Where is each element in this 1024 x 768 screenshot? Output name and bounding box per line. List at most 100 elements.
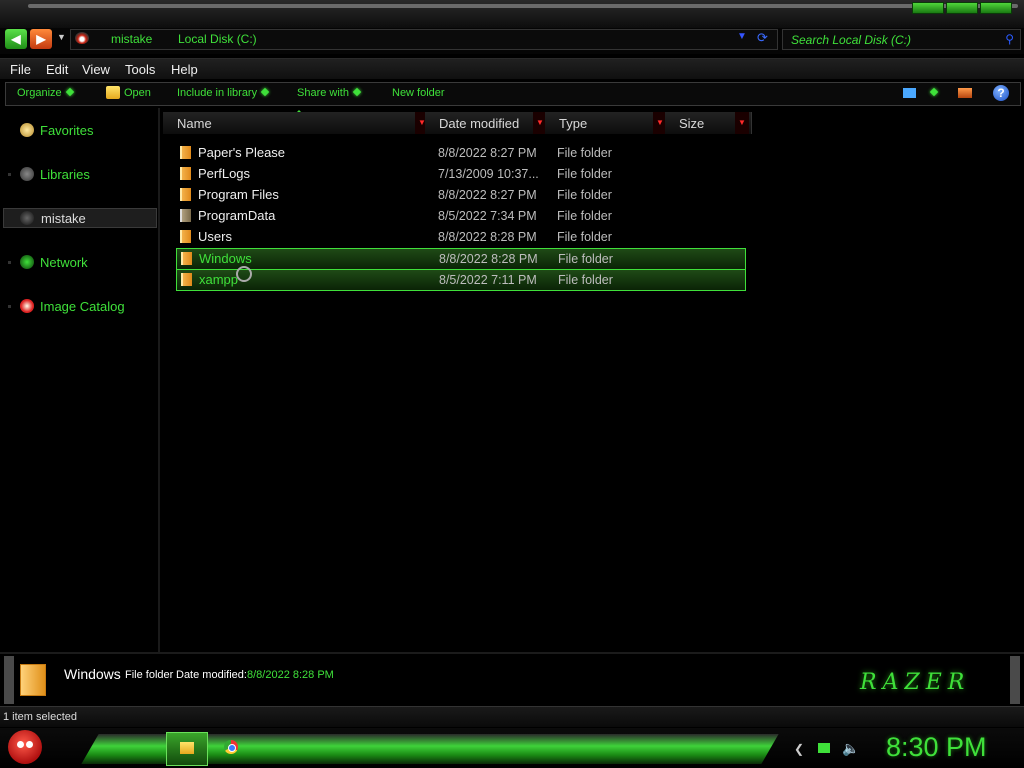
dropdown-gem-icon [65, 87, 74, 97]
busy-cursor-icon [236, 266, 252, 282]
file-name: Paper's Please [198, 145, 286, 160]
dropdown-gem-icon [352, 87, 362, 97]
window-titlebar[interactable] [0, 0, 1024, 28]
folder-icon [181, 252, 192, 265]
address-bar[interactable]: mistake Local Disk (C:) ▼ ⟳ [70, 29, 778, 50]
file-name: Windows [199, 251, 252, 266]
file-type: File folder [558, 273, 613, 287]
menu-tools[interactable]: Tools [125, 62, 155, 77]
window-controls [912, 2, 1012, 14]
close-button[interactable] [980, 2, 1012, 14]
menu-edit[interactable]: Edit [46, 62, 68, 77]
show-hidden-icons-icon[interactable]: ❮ [794, 742, 804, 756]
eye-icon [17, 741, 24, 748]
user-icon [20, 211, 34, 225]
column-filter-icon[interactable]: ▼ [735, 112, 749, 134]
file-type: File folder [557, 146, 612, 160]
taskbar: ❮ 🔈 8:30 PM [0, 728, 1024, 768]
folder-icon [181, 273, 192, 286]
navigation-pane: Favorites Libraries mistake Network Imag… [0, 108, 160, 652]
sidebar-item-network[interactable]: Network [0, 252, 156, 274]
menu-bar: File Edit View Tools Help [0, 58, 1024, 79]
file-name: PerfLogs [198, 166, 251, 181]
column-date-modified[interactable]: Date modified ▼ [425, 112, 550, 134]
taskbar-explorer-button[interactable] [166, 732, 208, 766]
expand-icon[interactable] [8, 173, 11, 176]
file-row[interactable]: Users 8/8/2022 8:28 PM File folder [176, 227, 744, 247]
file-date: 8/5/2022 7:11 PM [439, 273, 537, 287]
network-icon [20, 255, 34, 269]
organize-button[interactable]: Organize [17, 87, 74, 99]
titlebar-edge [28, 4, 1018, 8]
file-row[interactable]: PerfLogs 7/13/2009 10:37... File folder [176, 164, 744, 184]
new-folder-button[interactable]: New folder [392, 87, 445, 99]
razer-logo: RAZER [860, 670, 971, 695]
status-bar: 1 item selected [0, 706, 1024, 727]
maximize-button[interactable] [946, 2, 978, 14]
change-view-icon[interactable] [903, 88, 916, 98]
column-type[interactable]: Type ▼ [545, 112, 670, 134]
breadcrumb-mistake[interactable]: mistake [111, 32, 152, 46]
open-button[interactable]: Open [124, 87, 151, 99]
clock[interactable]: 8:30 PM [886, 732, 987, 763]
sidebar-item-image-catalog[interactable]: Image Catalog [0, 296, 156, 318]
help-icon[interactable]: ? [993, 85, 1009, 101]
refresh-icon[interactable]: ⟳ [757, 30, 768, 46]
command-bar: Organize Open Include in library Share w… [5, 82, 1021, 106]
forward-button[interactable]: ▶ [30, 29, 52, 49]
column-headers: Name ▼ Date modified ▼ Type ▼ Size ▼ [163, 112, 753, 134]
start-button[interactable] [8, 730, 42, 764]
file-name: ProgramData [198, 208, 276, 223]
file-row-selected[interactable]: xampp 8/5/2022 7:11 PM File folder [176, 269, 746, 291]
column-name-label: Name [177, 116, 212, 131]
file-row[interactable]: Program Files 8/8/2022 8:27 PM File fold… [176, 185, 744, 205]
navigation-row: ◀ ▶ ▼ mistake Local Disk (C:) ▼ ⟳ ⚲ [0, 28, 1024, 54]
folder-icon [180, 209, 191, 222]
sidebar-item-mistake[interactable]: mistake [3, 208, 157, 228]
file-type: File folder [557, 209, 612, 223]
sidebar-item-libraries[interactable]: Libraries [0, 164, 156, 186]
menu-help[interactable]: Help [171, 62, 198, 77]
network-tray-icon[interactable] [818, 743, 830, 753]
menu-view[interactable]: View [82, 62, 110, 77]
sidebar-item-favorites[interactable]: Favorites [0, 120, 156, 142]
address-dropdown-icon[interactable]: ▼ [737, 31, 747, 42]
details-pane-left-edge [4, 656, 14, 704]
view-options-button[interactable] [926, 87, 939, 99]
column-size[interactable]: Size ▼ [665, 112, 752, 134]
location-icon [75, 32, 89, 44]
file-date: 8/8/2022 8:27 PM [438, 146, 537, 160]
details-file-name: Windows [64, 666, 121, 682]
search-input[interactable] [789, 31, 1003, 49]
menu-file[interactable]: File [10, 62, 31, 77]
preview-pane-icon[interactable] [958, 88, 972, 98]
search-icon[interactable]: ⚲ [1005, 32, 1014, 46]
search-box[interactable]: ⚲ [782, 29, 1021, 50]
sidebar-item-label: Libraries [40, 167, 90, 182]
expand-icon[interactable] [8, 261, 11, 264]
recent-pages-dropdown-icon[interactable]: ▼ [57, 32, 66, 42]
chrome-icon[interactable] [224, 740, 238, 754]
expand-icon[interactable] [8, 305, 11, 308]
back-button[interactable]: ◀ [5, 29, 27, 49]
file-name: xampp [199, 272, 239, 287]
details-modified-value: 8/8/2022 8:28 PM [247, 669, 334, 681]
file-date: 8/8/2022 8:27 PM [438, 188, 537, 202]
sidebar-item-label: mistake [41, 211, 86, 226]
star-icon [20, 123, 34, 137]
folder-icon [180, 230, 191, 243]
share-with-label: Share with [297, 87, 349, 99]
file-row-selected[interactable]: Windows 8/8/2022 8:28 PM File folder [176, 248, 746, 270]
file-row[interactable]: Paper's Please 8/8/2022 8:27 PM File fol… [176, 143, 744, 163]
file-type: File folder [557, 230, 612, 244]
file-name: Program Files [198, 187, 279, 202]
share-with-button[interactable]: Share with [297, 87, 362, 99]
volume-icon[interactable]: 🔈 [842, 740, 859, 757]
minimize-button[interactable] [912, 2, 944, 14]
include-in-library-button[interactable]: Include in library [177, 87, 270, 99]
column-type-label: Type [559, 116, 588, 131]
breadcrumb-local-disk[interactable]: Local Disk (C:) [178, 32, 257, 46]
column-name[interactable]: Name ▼ [163, 112, 432, 134]
file-row[interactable]: ProgramData 8/5/2022 7:34 PM File folder [176, 206, 744, 226]
details-modified-label: Date modified: [176, 669, 247, 681]
